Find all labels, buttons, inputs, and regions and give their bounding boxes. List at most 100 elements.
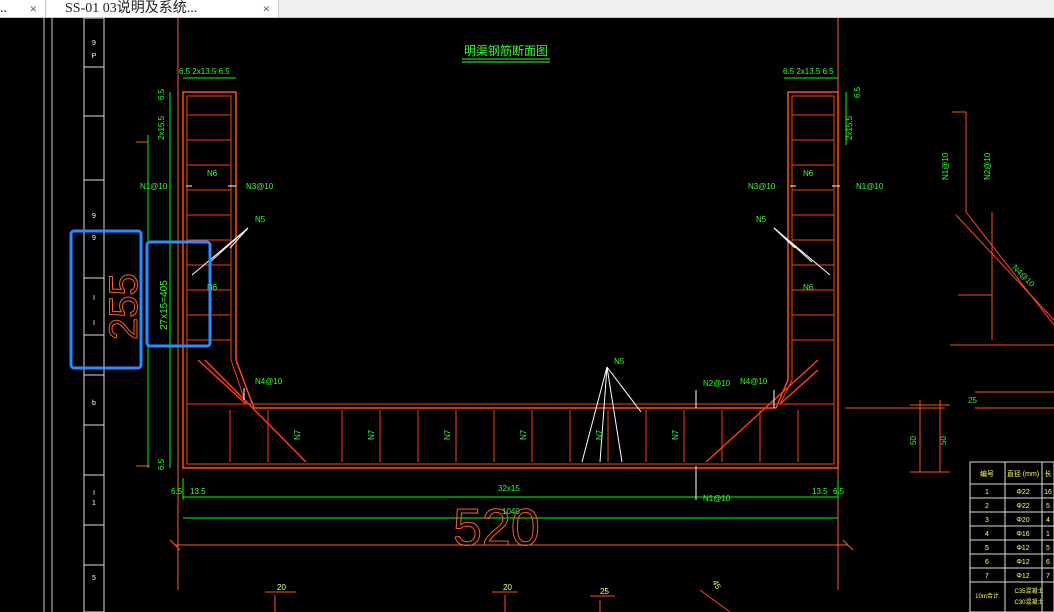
ruler-mark-2: P — [92, 53, 97, 60]
tab-previous-label: .. — [0, 1, 7, 16]
dim-bottom-left: 6.5 — [171, 487, 183, 496]
label-n5-left: N5 — [255, 215, 266, 224]
label-n3-right: N3@10 — [748, 182, 776, 191]
dim-v-65-bottom: 6.5 — [157, 458, 166, 470]
leader-lines — [186, 185, 840, 500]
channel-section — [182, 91, 839, 469]
label-n2: N2@10 — [703, 379, 731, 388]
label-n6-right-2: N6 — [803, 283, 814, 292]
dim-20-a: 20 — [277, 583, 286, 592]
ruler-mark-5: I — [93, 295, 95, 302]
table-row-4-no: 4 — [985, 531, 989, 538]
left-ruler: 9 P 9 9 I I b I 1 5 — [43, 18, 105, 612]
label-n4-right: N4@10 — [740, 377, 768, 386]
tab-ss01-drawing[interactable]: SS-01 03说明及系统... × — [47, 0, 279, 17]
ruler-mark-6: I — [93, 320, 95, 327]
table-row-3-no: 3 — [985, 517, 989, 524]
label-n4-left: N4@10 — [255, 377, 283, 386]
label-n7-2: N7 — [367, 429, 376, 440]
table-row-6-no: 6 — [985, 559, 989, 566]
bottom-partial-labels: 20 20 25 45 — [277, 579, 723, 597]
ruler-mark-8: I — [93, 490, 95, 497]
table-row-3-dia: Φ20 — [1016, 517, 1029, 524]
dim-top-right: 6.5 2x13.5 6.5 — [783, 67, 834, 76]
dim-50-a: 50 — [909, 436, 918, 445]
table-header-dia: 直径 (mm) — [1007, 469, 1039, 478]
table-header-no: 编号 — [980, 469, 994, 478]
wall-rebars — [187, 114, 834, 341]
table-footer-right-2: C30混凝土 — [1014, 598, 1043, 606]
label-n6-right: N6 — [803, 169, 814, 178]
tab-ss01-close-icon[interactable]: × — [263, 0, 270, 17]
label-n7-5: N7 — [595, 429, 604, 440]
rebar-table: 编号 直径 (mm) 长 1 Φ22 16 2 Φ22 5 3 Φ20 4 4 … — [969, 461, 1054, 612]
table-row-7-no: 7 — [985, 573, 989, 580]
dim-v-255: 255 — [102, 273, 146, 340]
dim-20-b: 20 — [503, 583, 512, 592]
table-row-5-no: 5 — [985, 545, 989, 552]
table-row-4-dia: Φ16 — [1016, 531, 1029, 538]
label-n7-3: N7 — [443, 429, 452, 440]
table-row-6-dia: Φ12 — [1016, 559, 1029, 566]
dim-25-bottom: 25 — [600, 587, 609, 596]
table-row-6-len: 6 — [1046, 559, 1050, 566]
table-row-2-dia: Φ22 — [1016, 503, 1029, 510]
dim-bottom-135-right: 13.5 — [812, 487, 828, 496]
detail-n1: N1@10 — [941, 152, 950, 180]
table-header-len: 长 — [1045, 469, 1052, 478]
label-n6-left: N6 — [207, 169, 218, 178]
table-row-1-dia: Φ22 — [1016, 489, 1029, 496]
dim-v-2x15-left: 2x15.5 — [157, 115, 166, 140]
table-footer-left: 10m合计 — [975, 592, 999, 600]
table-row-1-no: 1 — [985, 489, 989, 496]
label-n5-right: N5 — [756, 215, 767, 224]
drawing-title: 明渠钢筋断面图 — [462, 43, 550, 63]
label-n7-4: N7 — [519, 429, 528, 440]
cad-canvas[interactable]: 9 P 9 9 I I b I 1 5 明渠钢筋断面图 6.5 2x13.5 6… — [0, 18, 1054, 612]
table-row-7-dia: Φ12 — [1016, 573, 1029, 580]
slab-rebars — [229, 410, 799, 462]
dim-top-left: 6.5 2x13.5 6.5 — [179, 67, 230, 76]
dimension-lines — [147, 77, 847, 519]
dim-bottom-right: 6.5 — [833, 487, 845, 496]
table-row-2-len: 5 — [1046, 503, 1050, 510]
table-row-3-len: 4 — [1046, 517, 1050, 524]
dim-v-27x15: 27x15=405 — [159, 280, 170, 330]
dim-bottom-520: 520 — [453, 499, 540, 557]
label-n7-6: N7 — [671, 429, 680, 440]
ruler-mark-1: 9 — [92, 40, 96, 47]
ruler-mark-4: 9 — [92, 235, 96, 242]
ruler-mark-9: 1 — [92, 500, 96, 507]
label-n1-left: N1@10 — [140, 182, 168, 191]
label-n7-1: N7 — [293, 429, 302, 440]
tab-ss01-label: SS-01 03说明及系统... — [65, 1, 198, 16]
dim-top-v-right: 6.5 — [853, 86, 862, 98]
table-rows: 1 Φ22 16 2 Φ22 5 3 Φ20 4 4 Φ16 1 5 Φ12 5… — [975, 489, 1052, 606]
table-row-1-len: 16 — [1044, 489, 1052, 496]
label-n1-bottom: N1@10 — [703, 494, 731, 503]
tab-bar: .. × SS-01 03说明及系统... × — [0, 0, 1054, 18]
ruler-mark-7: b — [92, 400, 96, 407]
dim-45-bottom: 45 — [710, 579, 723, 592]
table-row-7-len: 7 — [1046, 573, 1050, 580]
drawing-title-text: 明渠钢筋断面图 — [464, 43, 548, 58]
table-row-2-no: 2 — [985, 503, 989, 510]
table-row-5-dia: Φ12 — [1016, 545, 1029, 552]
bottom-partial-detail — [265, 589, 731, 612]
label-n5-bottom: N5 — [614, 357, 625, 366]
rebar-labels: 6.5 2x13.5 6.5 6.5 2x13.5 6.5 6.5 6.5 2x… — [140, 67, 977, 516]
dim-bottom-32x15: 32x15 — [498, 484, 520, 493]
tab-previous-close-icon[interactable]: × — [30, 0, 37, 17]
ruler-mark-3: 9 — [92, 213, 96, 220]
overall-dimension — [136, 141, 854, 551]
table-footer-right-1: C35混凝土 — [1014, 587, 1043, 595]
table-row-5-len: 5 — [1046, 545, 1050, 552]
label-n1-right: N1@10 — [856, 182, 884, 191]
tab-previous[interactable]: .. × — [0, 0, 46, 17]
table-row-4-len: 1 — [1046, 531, 1050, 538]
dim-25-right: 25 — [968, 396, 977, 405]
label-n3-left: N3@10 — [246, 182, 274, 191]
dim-bottom-135-left: 13.5 — [190, 487, 206, 496]
dim-v-2x15-right: 2x15.5 — [845, 115, 854, 140]
ruler-mark-10: 5 — [92, 575, 96, 582]
